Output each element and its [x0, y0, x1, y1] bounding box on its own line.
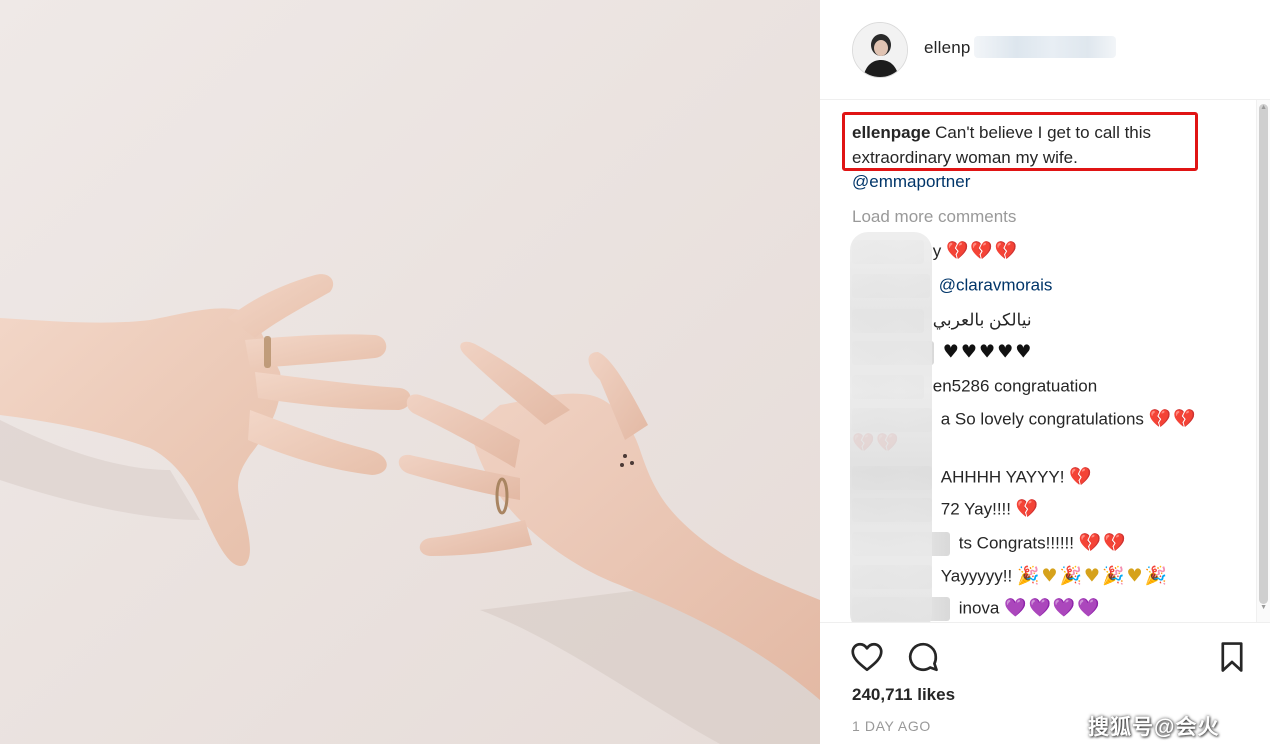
purple-heart-emoji: 💜💜💜💜	[1004, 597, 1102, 619]
comment-text: AHHHH YAYYY!	[940, 467, 1065, 487]
comment-text: ts Congrats!!!!!!	[958, 533, 1074, 553]
hands-photo-illustration	[0, 0, 820, 744]
username-redaction-blur	[974, 36, 1116, 58]
likes-count[interactable]: 240,711 likes	[852, 685, 955, 705]
avatar-image	[853, 23, 907, 77]
broken-heart-emoji: 💔💔💔	[945, 240, 1020, 262]
comment-icon	[908, 642, 938, 672]
broken-heart-emoji: 💔💔	[1078, 532, 1128, 554]
caption-highlight-box	[842, 112, 1198, 171]
scrollbar-thumb[interactable]	[1259, 104, 1268, 604]
post-side-panel: ellenp ellenpage Can't believe I get to …	[820, 0, 1270, 744]
comment-mention-link[interactable]: @claravmorais	[939, 276, 1053, 295]
heart-icon	[851, 642, 883, 672]
post-photo	[0, 0, 820, 744]
post-header: ellenp	[820, 0, 1270, 100]
broken-heart-emoji: 💔	[1069, 466, 1094, 488]
header-username[interactable]: ellenp	[924, 38, 971, 58]
scroll-down-arrow-icon[interactable]: ▼	[1260, 604, 1267, 611]
scroll-up-arrow-icon[interactable]: ▲	[1260, 104, 1267, 111]
like-button[interactable]	[848, 638, 886, 676]
watermark: 搜狐号@会火	[1088, 716, 1220, 739]
party-popper-emoji: 🎉♥🎉♥🎉♥🎉	[1016, 565, 1170, 587]
comment-text: 72 Yay!!!!	[940, 499, 1011, 519]
comment-text-arabic: نيالكن بالعربي	[932, 310, 1032, 330]
caption-mention-link[interactable]: @emmaportner	[852, 172, 970, 192]
black-heart-emoji: ♥♥♥♥♥	[942, 341, 1034, 363]
comments-section: ellenpage Can't believe I get to call th…	[820, 100, 1270, 622]
comment-text: a So lovely congratulations	[940, 409, 1144, 429]
comment-text: inova	[958, 598, 1000, 618]
comments-scrollbar[interactable]: ▲ ▼	[1256, 100, 1270, 622]
post-actions: 240,711 likes 1 DAY AGO 搜狐号@会火	[820, 622, 1270, 744]
avatar[interactable]	[852, 22, 908, 78]
broken-heart-emoji: 💔	[1015, 498, 1041, 520]
comment-button[interactable]	[904, 638, 942, 676]
save-button[interactable]	[1213, 638, 1251, 676]
usernames-redaction-blur	[850, 232, 932, 622]
broken-heart-emoji: 💔💔	[1148, 408, 1198, 430]
comment-text: Yayyyyy!!	[940, 566, 1013, 586]
comment-text: en5286 congratuation	[932, 376, 1098, 396]
bookmark-icon	[1221, 642, 1243, 672]
post-timestamp: 1 DAY AGO	[852, 718, 931, 734]
load-more-comments-button[interactable]: Load more comments	[852, 207, 1016, 227]
comment-text: y	[932, 241, 942, 261]
